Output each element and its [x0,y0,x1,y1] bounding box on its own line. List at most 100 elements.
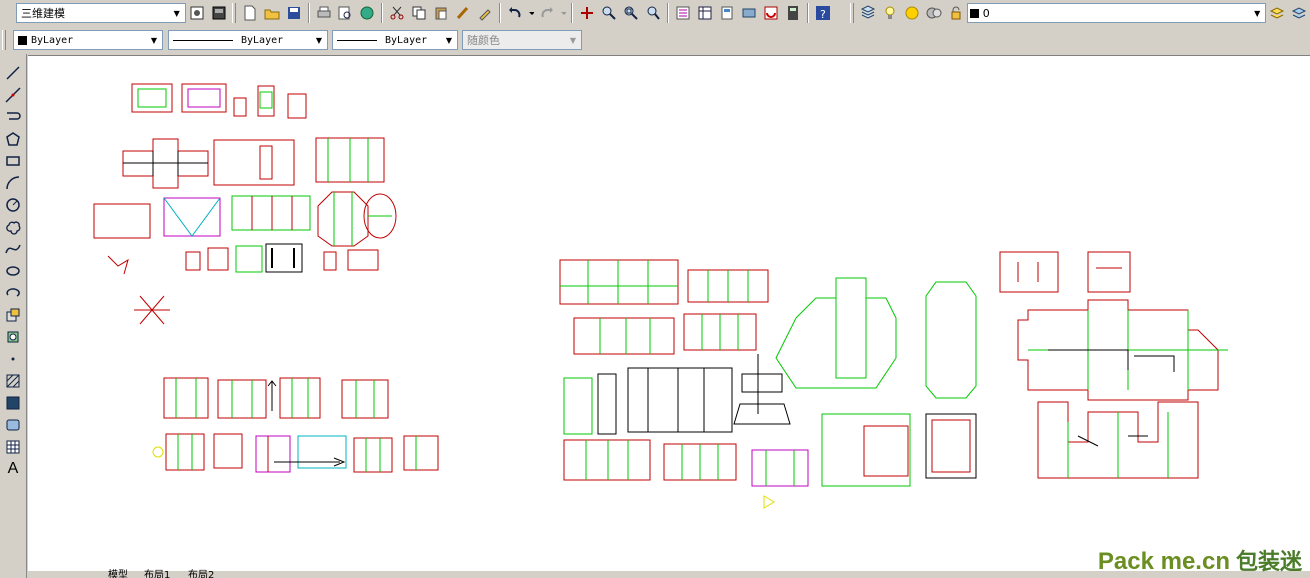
undo-dropdown-icon[interactable] [527,3,535,23]
zoom-realtime-icon[interactable] [599,3,619,23]
copy-icon[interactable] [409,3,429,23]
redo-dropdown-icon[interactable] [559,3,567,23]
save-icon[interactable] [284,3,304,23]
layer-properties-icon[interactable] [858,3,878,23]
toolbar-grip [231,3,236,23]
tab-model[interactable]: 模型 [108,566,128,578]
arc-icon[interactable] [2,172,24,194]
spline-icon[interactable] [2,238,24,260]
tool-palettes-icon[interactable] [717,3,737,23]
publish-icon[interactable] [357,3,377,23]
table-icon[interactable] [2,436,24,458]
open-icon[interactable] [262,3,282,23]
gradient-icon[interactable] [2,392,24,414]
block-editor-icon[interactable] [475,3,495,23]
point-icon[interactable] [2,348,24,370]
drawing-canvas[interactable] [28,55,1310,573]
drawing-group-top-left [93,83,397,325]
paste-icon[interactable] [431,3,451,23]
toolbar-grip [849,3,854,23]
toolbar-grip [2,30,6,50]
linetype-sample [173,39,233,41]
pan-icon[interactable] [577,3,597,23]
tab-layout2[interactable]: 布局2 [188,566,214,578]
color-control-dropdown[interactable]: ByLayer ▼ [13,30,163,50]
markup-icon[interactable] [761,3,781,23]
print-icon[interactable] [314,3,334,23]
separator [571,3,574,23]
layer-on-icon[interactable] [880,3,900,23]
sheet-set-icon[interactable] [739,3,759,23]
workspace-settings-icon[interactable] [187,3,207,23]
separator [499,3,502,23]
tab-layout1[interactable]: 布局1 [144,566,170,578]
region-icon[interactable] [2,414,24,436]
color-swatch [18,35,27,45]
layer-dropdown[interactable]: 0 ▼ [966,3,1267,23]
chevron-down-icon: ▼ [315,35,323,45]
make-current-icon[interactable] [1267,3,1287,23]
watermark-text: Pack me.cn [1097,548,1230,575]
layer-freeze-icon[interactable] [902,3,922,23]
linetype-value: ByLayer [241,34,284,46]
polyline-icon[interactable] [2,106,24,128]
cut-icon[interactable] [387,3,407,23]
make-block-icon[interactable] [2,326,24,348]
plotstyle-value: 随颜色 [467,34,500,47]
construction-line-icon[interactable] [2,84,24,106]
chevron-down-icon: ▼ [150,35,158,45]
workspace-value: 三维建模 [21,7,65,20]
chevron-down-icon: ▼ [1254,8,1261,18]
insert-block-icon[interactable] [2,304,24,326]
workspace-icon[interactable] [209,3,229,23]
match-properties-icon[interactable] [453,3,473,23]
layer-color-swatch [969,8,979,18]
new-icon[interactable] [240,3,260,23]
layer-viewport-icon[interactable] [924,3,944,23]
drawing-group-bottom-left [152,377,439,473]
autocad-window: 三维建模 ▼ ? 0 ▼ ByLayer ▼ ByLayer ▼ ByLayer… [0,0,1310,578]
rectangle-icon[interactable] [2,150,24,172]
quickcalc-icon[interactable] [783,3,803,23]
layer-lock-icon[interactable] [946,3,966,23]
separator [806,3,809,23]
drawing-group-right [999,251,1228,479]
linetype-control-dropdown[interactable]: ByLayer ▼ [168,30,328,50]
separator [307,3,310,23]
layer-value: 0 [982,6,990,20]
standard-toolbar: 三维建模 ▼ ? 0 ▼ [0,0,1310,26]
separator [667,3,670,23]
svg-text:?: ? [820,8,826,21]
polygon-icon[interactable] [2,128,24,150]
workspace-dropdown[interactable]: 三维建模 ▼ [16,3,186,23]
chevron-down-icon: ▼ [569,35,577,45]
undo-icon[interactable] [505,3,525,23]
color-value: ByLayer [31,34,74,46]
print-preview-icon[interactable] [336,3,356,23]
watermark-brand: 包装迷 [1235,549,1302,574]
ellipse-icon[interactable] [2,260,24,282]
plotstyle-control-dropdown[interactable]: 随颜色 ▼ [462,30,582,50]
design-center-icon[interactable] [695,3,715,23]
separator [381,3,384,23]
lineweight-value: ByLayer [385,34,428,46]
help-icon[interactable]: ? [813,3,833,23]
die-cut-drawings [93,83,1228,509]
layer-previous-icon[interactable] [1289,3,1309,23]
watermark-logo: Pack me.cn 包装迷 [1098,544,1302,576]
draw-toolbar: A [0,54,27,578]
ellipse-arc-icon[interactable] [2,282,24,304]
circle-icon[interactable] [2,194,24,216]
multiline-text-icon[interactable]: A [2,458,24,480]
hatch-icon[interactable] [2,370,24,392]
revision-cloud-icon[interactable] [2,216,24,238]
properties-icon[interactable] [673,3,693,23]
drawing-group-center [559,259,977,509]
line-icon[interactable] [2,62,24,84]
lineweight-control-dropdown[interactable]: ByLayer ▼ [332,30,458,50]
zoom-previous-icon[interactable] [643,3,663,23]
properties-toolbar: ByLayer ▼ ByLayer ▼ ByLayer ▼ 随颜色 ▼ [0,27,590,53]
redo-icon[interactable] [537,3,557,23]
zoom-window-icon[interactable] [621,3,641,23]
chevron-down-icon: ▼ [173,8,180,18]
